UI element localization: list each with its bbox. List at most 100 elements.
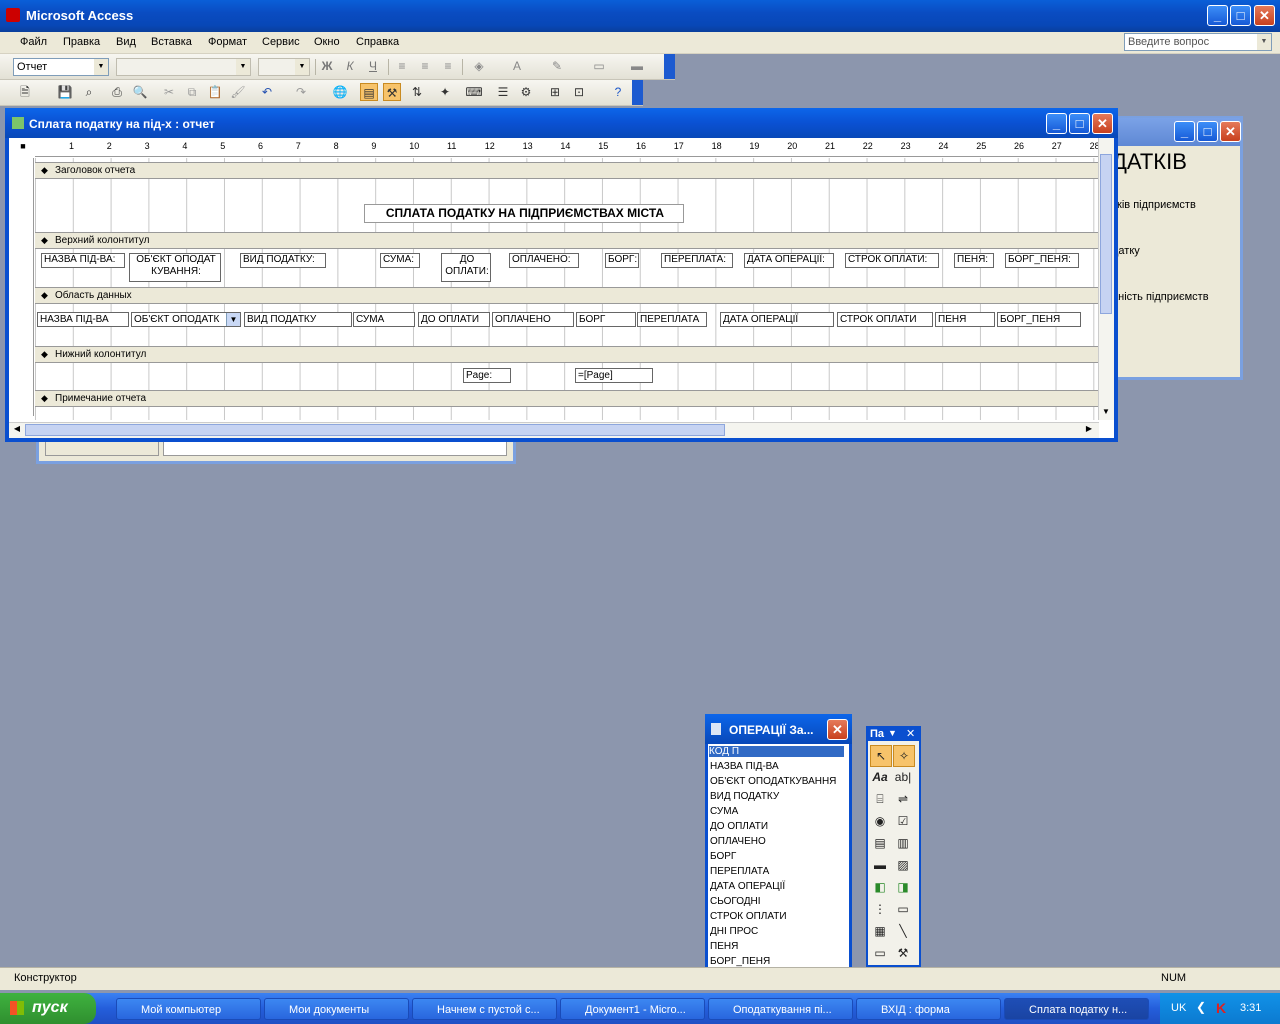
print-preview-icon[interactable]: 🔍 (131, 83, 149, 101)
hyperlink-icon[interactable]: 🌐 (331, 83, 349, 101)
field-list-item[interactable]: СУМА (710, 806, 738, 817)
page-number-field[interactable]: =[Page] (575, 368, 653, 383)
task-document1[interactable]: Документ1 - Micro... (560, 998, 705, 1020)
detail-field[interactable]: ВИД ПОДАТКУ (244, 312, 352, 327)
command-button-icon[interactable]: ▬ (870, 855, 890, 875)
close-icon[interactable]: ✕ (906, 727, 915, 740)
report-design-window[interactable]: Сплата податку на під-х : отчет _ □ ✕ ■ … (5, 108, 1118, 442)
list-box-tool-icon[interactable]: ▥ (893, 833, 913, 853)
scroll-thumb[interactable] (25, 424, 725, 436)
builder-icon[interactable]: ⚙ (517, 83, 535, 101)
field-list-item[interactable]: НАЗВА ПІД-ВА (710, 761, 779, 772)
tray-arrow-icon[interactable]: ❮ (1196, 1000, 1206, 1014)
task-vkhid-form[interactable]: ВХІД : форма (856, 998, 1001, 1020)
bound-object-icon[interactable]: ◨ (893, 877, 913, 897)
detail-field[interactable]: ПЕНЯ (935, 312, 995, 327)
align-center-icon[interactable]: ≡ (416, 57, 434, 75)
maximize-button[interactable]: □ (1197, 121, 1218, 142)
select-objects-icon[interactable]: ↖ (870, 745, 892, 767)
section-page-header[interactable]: ◆ Верхний колонтитул (35, 232, 1099, 249)
autoformat-icon[interactable]: ✦ (436, 83, 454, 101)
detail-field[interactable]: ОПЛАЧЕНО (492, 312, 574, 327)
minimize-button[interactable]: _ (1046, 113, 1067, 134)
chevron-down-icon[interactable]: ▼ (226, 313, 240, 326)
textbox-tool-icon[interactable]: ab| (893, 767, 913, 787)
detail-field[interactable]: НАЗВА ПІД-ВА (37, 312, 129, 327)
task-start-blank[interactable]: Начнем с пустой с... (412, 998, 557, 1020)
fill-color-icon[interactable]: ◈ (470, 57, 488, 75)
scroll-down-icon[interactable]: ▼ (1100, 407, 1112, 419)
field-list-item[interactable]: СТРОК ОПЛАТИ (710, 911, 787, 922)
header-label[interactable]: БОРГ: (605, 253, 639, 268)
vertical-ruler[interactable] (15, 158, 34, 416)
italic-button[interactable]: К (341, 57, 359, 75)
task-opodatkuvannia[interactable]: Оподаткування пі... (708, 998, 853, 1020)
header-label[interactable]: СТРОК ОПЛАТИ: (845, 253, 939, 268)
toolbox-window[interactable]: Па ▼ ✕ ↖ ✧ Aa ab| ⌸ ⇌ ◉ ☑ ▤ ▥ ▬ ▨ ◧ ◨ ⋮ … (866, 726, 921, 967)
cut-icon[interactable]: ✂ (160, 83, 178, 101)
sorting-grouping-icon[interactable]: ⇅ (408, 83, 426, 101)
image-tool-icon[interactable]: ▨ (893, 855, 913, 875)
line-width-icon[interactable]: ▬ (628, 57, 646, 75)
save-icon[interactable]: 💾 (56, 83, 74, 101)
field-list-item[interactable]: ПЕНЯ (710, 941, 738, 952)
field-list-item[interactable]: СЬОГОДНІ (710, 896, 761, 907)
redo-icon[interactable]: ↷ (292, 83, 310, 101)
menu-insert[interactable]: Вставка (151, 36, 192, 48)
control-wizards-icon[interactable]: ✧ (893, 745, 915, 767)
task-my-documents[interactable]: Мои документы (264, 998, 409, 1020)
combo-box-tool-icon[interactable]: ▤ (870, 833, 890, 853)
field-list-item[interactable]: БОРГ (710, 851, 736, 862)
field-list-item[interactable]: ПЕРЕПЛАТА (710, 866, 769, 877)
scroll-thumb[interactable] (1100, 154, 1112, 314)
align-right-icon[interactable]: ≡ (439, 57, 457, 75)
field-list-item[interactable]: ДО ОПЛАТИ (710, 821, 768, 832)
header-label[interactable]: ОПЛАЧЕНО: (509, 253, 579, 268)
menu-window[interactable]: Окно (314, 36, 340, 48)
report-canvas[interactable]: ◆ Заголовок отчета СПЛАТА ПОДАТКУ НА ПІД… (35, 158, 1099, 420)
copy-icon[interactable]: ⧉ (183, 83, 201, 101)
report-title-label[interactable]: СПЛАТА ПОДАТКУ НА ПІДПРИЄМСТВАХ МІСТА (364, 204, 684, 223)
horizontal-scrollbar[interactable]: ◀ ▶ (9, 422, 1099, 438)
close-button[interactable]: ✕ (1254, 5, 1275, 26)
option-group-icon[interactable]: ⌸ (870, 789, 890, 809)
format-painter-icon[interactable]: 🖌 (229, 83, 247, 101)
unbound-object-icon[interactable]: ◧ (870, 877, 890, 897)
antivirus-icon[interactable]: K (1216, 1000, 1226, 1016)
line-tool-icon[interactable]: ╲ (893, 921, 913, 941)
code-icon[interactable]: ⌨ (465, 83, 483, 101)
header-label[interactable]: ДАТА ОПЕРАЦІЇ: (744, 253, 834, 268)
header-label[interactable]: ПЕНЯ: (954, 253, 994, 268)
header-label[interactable]: ОБ'ЄКТ ОПОДАТ КУВАННЯ: (129, 253, 221, 282)
field-list-item[interactable]: ОБ'ЄКТ ОПОДАТКУВАННЯ (710, 776, 836, 787)
vertical-scrollbar[interactable]: ▼ (1098, 138, 1114, 420)
section-detail[interactable]: ◆ Область данных (35, 287, 1099, 304)
toolbar-grip[interactable] (664, 54, 675, 79)
field-list-window[interactable]: ОПЕРАЦІЇ За... ✕ КОД П НАЗВА ПІД-ВА ОБ'ЄКТ… (705, 714, 852, 973)
help-icon[interactable]: ? (609, 83, 627, 101)
field-list-item[interactable]: ДАТА ОПЕРАЦІЇ (710, 881, 785, 892)
section-page-footer[interactable]: ◆ Нижний колонтитул (35, 346, 1099, 363)
maximize-button[interactable]: □ (1230, 5, 1251, 26)
start-button[interactable]: пуск (0, 993, 96, 1024)
menu-help[interactable]: Справка (356, 36, 399, 48)
close-button[interactable]: ✕ (1092, 113, 1113, 134)
search-icon[interactable]: ⌕ (80, 83, 98, 101)
chevron-down-icon[interactable]: ▼ (888, 728, 897, 738)
background-window-remnant[interactable] (36, 440, 516, 464)
field-list[interactable]: КОД П НАЗВА ПІД-ВА ОБ'ЄКТ ОПОДАТКУВАННЯ ВИД… (708, 744, 849, 970)
menu-format[interactable]: Формат (208, 36, 247, 48)
field-list-item[interactable]: ДНІ ПРОС (710, 926, 758, 937)
subform-icon[interactable]: ▦ (870, 921, 890, 941)
toolbar-grip[interactable] (632, 80, 643, 105)
detail-field[interactable]: ДО ОПЛАТИ (418, 312, 490, 327)
task-splata-podatku[interactable]: Сплата податку н... (1004, 998, 1149, 1020)
option-button-icon[interactable]: ◉ (870, 811, 890, 831)
undo-icon[interactable]: ↶ (258, 83, 276, 101)
detail-combo-field[interactable]: ОБ'ЄКТ ОПОДАТК ▼ (131, 312, 241, 327)
close-button[interactable]: ✕ (827, 719, 848, 740)
ask-question-input[interactable]: Введите вопрос ▼ (1124, 33, 1272, 51)
align-left-icon[interactable]: ≡ (393, 57, 411, 75)
underline-button[interactable]: Ч (364, 57, 382, 75)
menu-tools[interactable]: Сервис (262, 36, 300, 48)
